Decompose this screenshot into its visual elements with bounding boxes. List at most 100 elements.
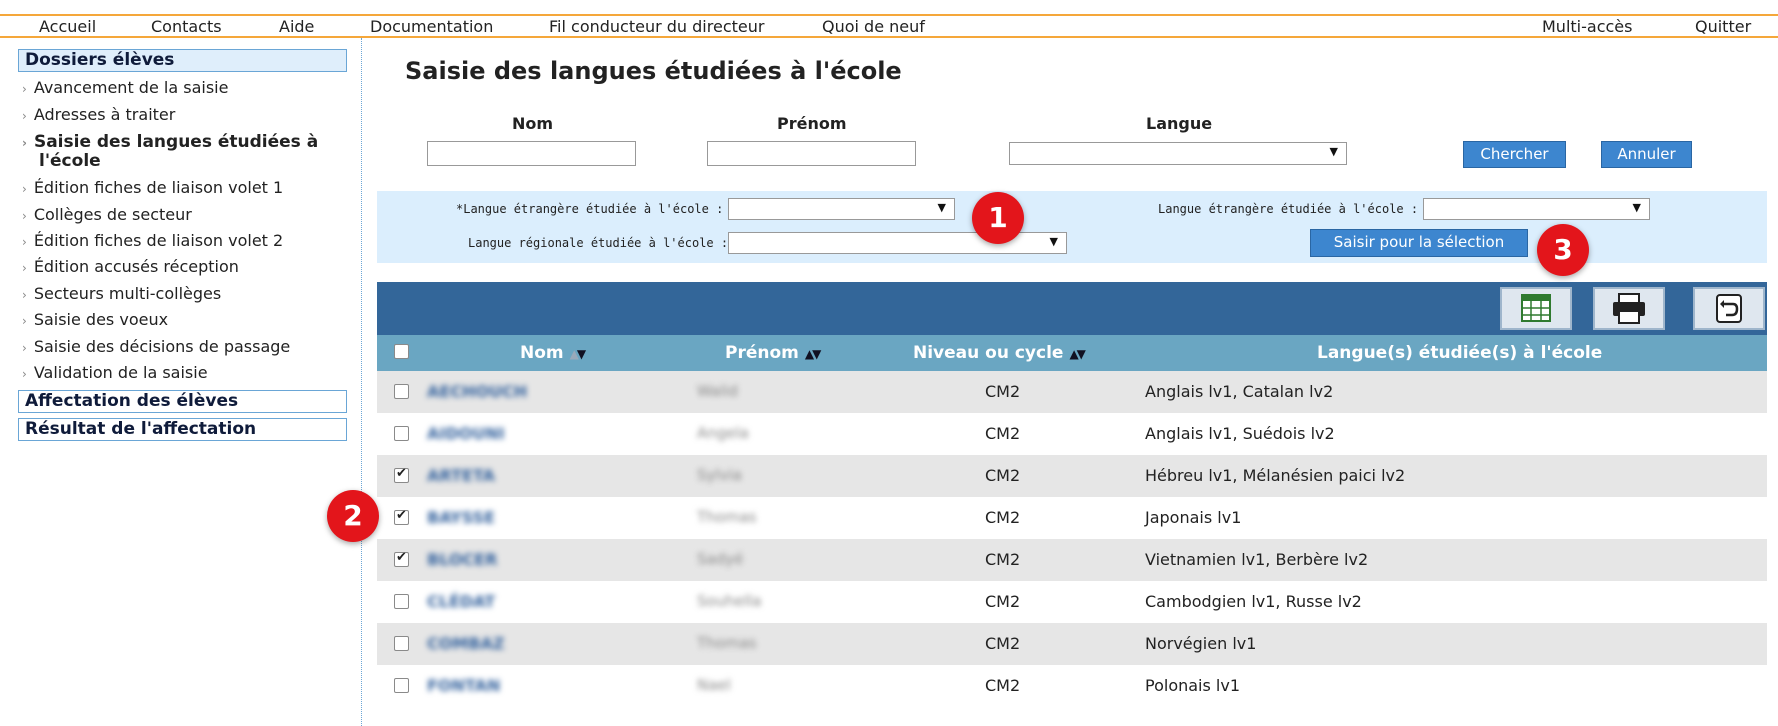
annotation-badge-1: 1 (972, 192, 1024, 244)
chevron-right-icon: › (22, 109, 27, 123)
prenom-input[interactable] (707, 141, 916, 166)
sidebar-item-fiches-volet1[interactable]: › Édition fiches de liaison volet 1 (22, 179, 283, 198)
annuler-button[interactable]: Annuler (1601, 141, 1692, 168)
row-prenom: Nael (697, 676, 731, 694)
nav-multi-acces[interactable]: Multi-accès (1542, 17, 1632, 36)
row-nom[interactable]: AECHOUCH (427, 382, 527, 401)
chevron-right-icon: › (22, 341, 27, 355)
row-checkbox[interactable] (394, 466, 409, 483)
table-row[interactable]: CLÉDAT Souhella CM2 Cambodgien lv1, Russ… (377, 581, 1767, 623)
table-row[interactable]: FONTAN Nael CM2 Polonais lv1 (377, 665, 1767, 707)
nav-quitter[interactable]: Quitter (1695, 17, 1751, 36)
chevron-right-icon: › (22, 288, 27, 302)
select-all-checkbox[interactable] (394, 344, 409, 359)
table-row[interactable]: ARTETA Sylvia CM2 Hébreu lv1, Mélanésien… (377, 455, 1767, 497)
sort-arrows-icon[interactable]: ▲▼ (570, 347, 587, 361)
sidebar-item-voeux[interactable]: › Saisie des voeux (22, 311, 168, 330)
row-langues: Hébreu lv1, Mélanésien paici lv2 (1145, 466, 1406, 485)
row-langues: Anglais lv1, Catalan lv2 (1145, 382, 1334, 401)
top-navigation: Accueil Contacts Aide Documentation Fil … (0, 14, 1778, 38)
row-prenom: Sylvia (697, 466, 742, 484)
nav-contacts[interactable]: Contacts (151, 17, 222, 36)
row-niveau: CM2 (985, 634, 1021, 653)
nav-documentation[interactable]: Documentation (370, 17, 493, 36)
row-checkbox[interactable] (394, 508, 409, 525)
chevron-right-icon: › (22, 209, 27, 223)
chevron-right-icon: › (22, 182, 27, 196)
chevron-right-icon: › (22, 314, 27, 328)
row-nom[interactable]: FONTAN (427, 676, 500, 695)
chevron-right-icon: › (22, 82, 27, 96)
row-niveau: CM2 (985, 550, 1021, 569)
row-checkbox[interactable] (394, 678, 409, 693)
nav-aide[interactable]: Aide (279, 17, 314, 36)
sidebar-item-avancement[interactable]: › Avancement de la saisie (22, 79, 228, 98)
sidebar-item-accuses[interactable]: › Édition accusés réception (22, 258, 239, 277)
row-nom[interactable]: AIDOUNI (427, 424, 505, 443)
dropdown-caret-icon: ▼ (1049, 235, 1058, 248)
back-button[interactable] (1693, 287, 1765, 330)
row-nom[interactable]: ARTETA (427, 466, 495, 485)
chevron-right-icon: › (22, 235, 27, 249)
row-nom[interactable]: BLOCER (427, 550, 497, 569)
sidebar-item-adresses[interactable]: › Adresses à traiter (22, 106, 175, 125)
row-nom[interactable]: CLÉDAT (427, 592, 495, 611)
row-checkbox[interactable] (394, 384, 409, 399)
row-niveau: CM2 (985, 592, 1021, 611)
row-prenom: Thomas (697, 634, 757, 652)
sidebar-section-affectation[interactable]: Affectation des élèves (18, 390, 347, 413)
sidebar-section-dossiers[interactable]: Dossiers élèves (18, 49, 347, 72)
table-toolbar (377, 282, 1767, 335)
sidebar-section-resultat[interactable]: Résultat de l'affectation (18, 418, 347, 441)
lang-etrangere-select[interactable]: ▼ (1423, 198, 1650, 220)
row-langues: Polonais lv1 (1145, 676, 1241, 695)
sidebar-item-multi-colleges[interactable]: › Secteurs multi-collèges (22, 285, 221, 304)
table-row[interactable]: BAYSSE Thomas CM2 Japonais lv1 (377, 497, 1767, 539)
nom-input[interactable] (427, 141, 636, 166)
chercher-button[interactable]: Chercher (1463, 141, 1566, 168)
row-checkbox[interactable] (394, 636, 409, 651)
nav-quoi-de-neuf[interactable]: Quoi de neuf (822, 17, 925, 36)
row-niveau: CM2 (985, 508, 1021, 527)
sort-arrows-icon[interactable]: ▲▼ (1069, 347, 1086, 361)
lang-etrangere-required-label: *Langue étrangère étudiée à l'école : (456, 202, 724, 216)
lang-regionale-label: Langue régionale étudiée à l'école : (468, 236, 729, 250)
sidebar-item-colleges-secteur[interactable]: › Collèges de secteur (22, 206, 192, 225)
row-checkbox[interactable] (394, 594, 409, 609)
sidebar: Dossiers élèves › Avancement de la saisie… (0, 38, 362, 726)
row-prenom: Walid (697, 382, 738, 400)
row-niveau: CM2 (985, 466, 1021, 485)
table-row[interactable]: AECHOUCH Walid CM2 Anglais lv1, Catalan … (377, 371, 1767, 413)
sidebar-item-validation[interactable]: › Validation de la saisie (22, 364, 208, 383)
lang-etrangere-required-select[interactable]: ▼ (728, 198, 955, 220)
table-row[interactable]: AIDOUNI Angela CM2 Anglais lv1, Suédois … (377, 413, 1767, 455)
table-header: Nom ▲▼ Prénom ▲▼ Niveau ou cycle ▲▼ Langue(… (377, 335, 1767, 371)
print-icon (1613, 293, 1645, 324)
sort-arrows-icon[interactable]: ▲▼ (805, 347, 822, 361)
print-button[interactable] (1593, 287, 1665, 330)
col-niveau[interactable]: Niveau ou cycle ▲▼ (913, 343, 1086, 363)
table-row[interactable]: COMBAZ Thomas CM2 Norvégien lv1 (377, 623, 1767, 665)
row-nom[interactable]: BAYSSE (427, 508, 495, 527)
table-row[interactable]: BLOCER Sadyé CM2 Vietnamien lv1, Berbère… (377, 539, 1767, 581)
col-prenom[interactable]: Prénom ▲▼ (725, 343, 822, 363)
langue-select[interactable]: ▼ (1009, 142, 1347, 165)
col-nom[interactable]: Nom ▲▼ (520, 343, 587, 363)
annotation-badge-2: 2 (327, 490, 379, 542)
row-niveau: CM2 (985, 676, 1021, 695)
nav-accueil[interactable]: Accueil (39, 17, 96, 36)
nav-fil-conducteur[interactable]: Fil conducteur du directeur (549, 17, 764, 36)
saisir-selection-button[interactable]: Saisir pour la sélection (1310, 229, 1528, 257)
row-checkbox[interactable] (394, 550, 409, 567)
row-prenom: Thomas (697, 508, 757, 526)
sidebar-item-decisions[interactable]: › Saisie des décisions de passage (22, 338, 290, 357)
row-nom[interactable]: COMBAZ (427, 634, 504, 653)
row-checkbox[interactable] (394, 426, 409, 441)
row-niveau: CM2 (985, 382, 1021, 401)
back-icon (1716, 294, 1742, 323)
export-table-button[interactable] (1500, 287, 1572, 330)
dropdown-caret-icon: ▼ (1632, 201, 1641, 214)
col-langues: Langue(s) étudiée(s) à l'école (1317, 343, 1603, 363)
sidebar-item-saisie-langues[interactable]: › Saisie des langues étudiées à l'école (22, 133, 318, 170)
sidebar-item-fiches-volet2[interactable]: › Édition fiches de liaison volet 2 (22, 232, 283, 251)
